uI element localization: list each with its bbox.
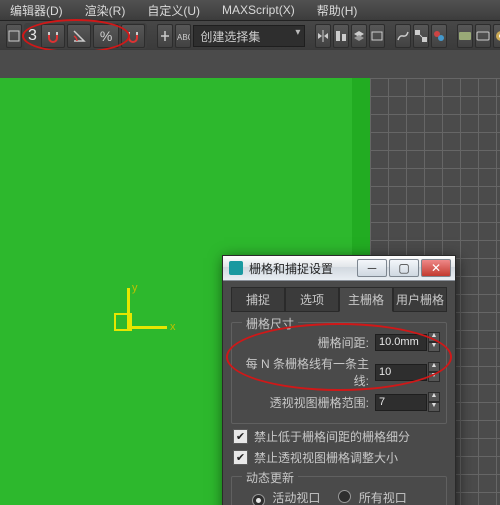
check-persp-resize-label: 禁止透视视图栅格调整大小 xyxy=(254,449,398,466)
radio-all-label: 所有视口 xyxy=(359,491,407,505)
persp-extent-label: 透视视图栅格范围: xyxy=(270,394,369,411)
named-selection-prev-icon[interactable] xyxy=(157,24,173,48)
menubar: 编辑器(D) 渲染(R) 自定义(U) MAXScript(X) 帮助(H) xyxy=(0,0,500,21)
radio-all-viewports[interactable]: 所有视口 xyxy=(338,489,406,505)
axis-x-icon xyxy=(127,326,167,329)
check-subdivide-label: 禁止低于栅格间距的栅格细分 xyxy=(254,428,410,445)
grid-size-group: 栅格尺寸 栅格间距: ▲▼ 每 N 条栅格线有一条主线: ▲▼ 透视视图栅格范围… xyxy=(231,322,447,424)
menu-editor[interactable]: 编辑器(D) xyxy=(4,1,69,20)
check-subdivide[interactable]: ✔ 禁止低于栅格间距的栅格细分 xyxy=(233,428,447,445)
grid-spacing-spinner[interactable]: ▲▼ xyxy=(428,332,440,352)
grid-spacing-input[interactable] xyxy=(375,334,427,351)
grid-spacing-label: 栅格间距: xyxy=(318,334,369,351)
maximize-button[interactable]: ▢ xyxy=(389,259,419,277)
checkbox-icon: ✔ xyxy=(233,429,248,444)
render-icon[interactable] xyxy=(493,24,500,48)
tab-options[interactable]: 选项 xyxy=(285,287,339,312)
material-editor-icon[interactable] xyxy=(431,24,447,48)
menu-maxscript[interactable]: MAXScript(X) xyxy=(216,2,301,18)
radio-active-label: 活动视口 xyxy=(272,491,320,505)
main-toolbar: 3 % ABC 创建选择集 xyxy=(0,21,500,52)
dialog-titlebar[interactable]: 栅格和捕捉设置 ─ ▢ ✕ xyxy=(223,256,455,281)
nth-line-label: 每 N 条栅格线有一条主线: xyxy=(238,355,369,389)
svg-text:ABC: ABC xyxy=(177,33,190,42)
dialog-body: 捕捉 选项 主栅格 用户栅格 栅格尺寸 栅格间距: ▲▼ 每 N 条栅格线有一条… xyxy=(223,281,455,505)
check-persp-resize[interactable]: ✔ 禁止透视视图栅格调整大小 xyxy=(233,449,447,466)
persp-extent-spinner[interactable]: ▲▼ xyxy=(428,392,440,412)
app-icon xyxy=(229,261,243,275)
radio-icon xyxy=(338,490,351,503)
grid-snap-settings-dialog: 栅格和捕捉设置 ─ ▢ ✕ 捕捉 选项 主栅格 用户栅格 栅格尺寸 栅格间距: … xyxy=(222,255,456,505)
dynamic-update-legend: 动态更新 xyxy=(242,469,298,486)
axis-origin-icon xyxy=(114,313,132,331)
menu-help[interactable]: 帮助(H) xyxy=(311,1,364,20)
selection-filter-value: 创建选择集 xyxy=(200,28,260,45)
render-frame-icon[interactable] xyxy=(475,24,491,48)
tool-btn-1[interactable] xyxy=(6,24,22,48)
minimize-button[interactable]: ─ xyxy=(357,259,387,277)
grid-size-legend: 栅格尺寸 xyxy=(242,315,298,332)
tab-home-grid[interactable]: 主栅格 xyxy=(339,287,393,312)
radio-icon xyxy=(252,494,265,505)
dialog-tabs: 捕捉 选项 主栅格 用户栅格 xyxy=(231,287,447,312)
render-setup-icon[interactable] xyxy=(457,24,473,48)
close-button[interactable]: ✕ xyxy=(421,259,451,277)
mirror-icon[interactable] xyxy=(315,24,331,48)
menu-customize[interactable]: 自定义(U) xyxy=(141,1,206,20)
snap-toggle-group: 3 % xyxy=(24,23,147,49)
menu-render[interactable]: 渲染(R) xyxy=(79,1,132,20)
curve-editor-icon[interactable] xyxy=(395,24,411,48)
radio-active-viewport[interactable]: 活动视口 xyxy=(252,489,320,505)
dialog-title: 栅格和捕捉设置 xyxy=(249,260,351,277)
tab-snap[interactable]: 捕捉 xyxy=(231,287,285,312)
snap-number[interactable]: 3 xyxy=(26,27,39,45)
selection-filter-dropdown[interactable]: 创建选择集 xyxy=(193,25,305,47)
axis-x-label: x xyxy=(170,321,176,333)
toggle-layer-icon[interactable] xyxy=(369,24,385,48)
snap-magnet-2-icon[interactable] xyxy=(121,24,145,48)
nth-line-spinner[interactable]: ▲▼ xyxy=(428,362,440,382)
checkbox-icon: ✔ xyxy=(233,450,248,465)
snap-magnet-1-icon[interactable] xyxy=(41,24,65,48)
layers-icon[interactable] xyxy=(351,24,367,48)
schematic-view-icon[interactable] xyxy=(413,24,429,48)
persp-extent-input[interactable] xyxy=(375,394,427,411)
axis-gizmo[interactable]: y x xyxy=(112,288,172,348)
snap-angle-icon[interactable] xyxy=(67,24,91,48)
named-selection-edit-icon[interactable]: ABC xyxy=(175,24,191,48)
nth-line-input[interactable] xyxy=(375,364,427,381)
axis-y-label: y xyxy=(132,282,138,294)
dynamic-update-group: 动态更新 活动视口 所有视口 xyxy=(231,476,447,505)
align-icon[interactable] xyxy=(333,24,349,48)
snap-percent-icon[interactable]: % xyxy=(93,24,119,48)
tab-user-grid[interactable]: 用户栅格 xyxy=(393,287,447,312)
